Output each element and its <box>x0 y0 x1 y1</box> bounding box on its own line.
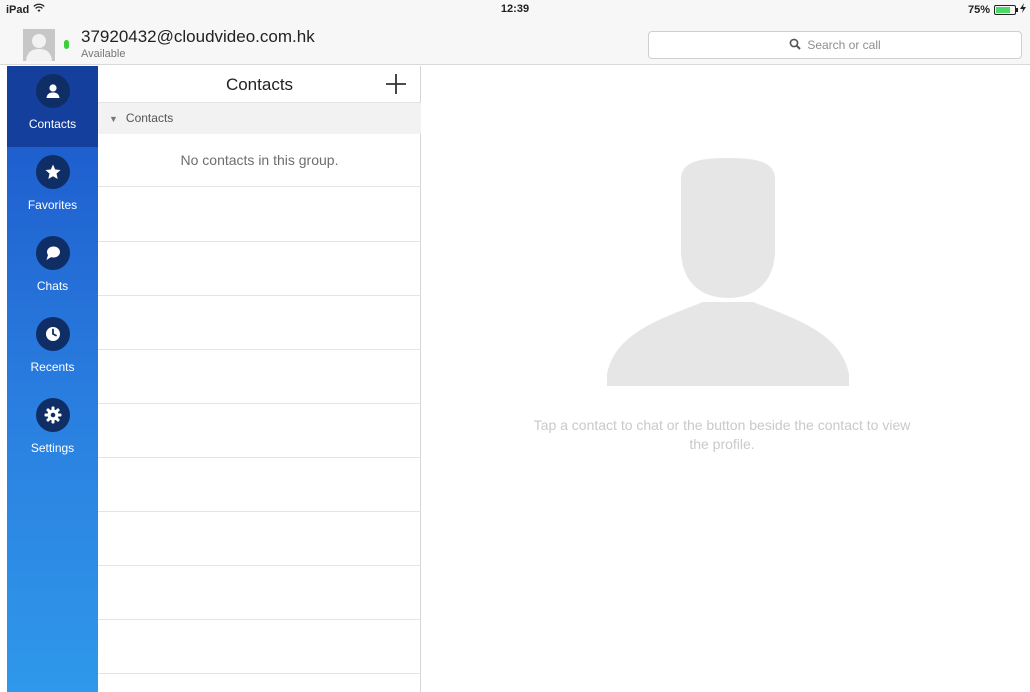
triangle-down-icon: ▼ <box>109 114 118 124</box>
nav-item-favorites[interactable]: Favorites <box>7 147 98 228</box>
clock: 12:39 <box>500 3 530 15</box>
nav-item-recents[interactable]: Recents <box>7 309 98 390</box>
list-row-empty <box>98 458 421 512</box>
search-icon <box>789 38 802 53</box>
group-header[interactable]: ▼ Contacts <box>98 103 421 134</box>
sidebar-nav: Contacts Favorites Chats Recents Setting… <box>7 66 98 692</box>
list-row-empty <box>98 188 421 242</box>
group-label: Contacts <box>125 111 174 125</box>
add-contact-button[interactable] <box>384 72 408 96</box>
list-row-empty <box>98 350 421 404</box>
list-row-empty <box>98 620 421 674</box>
plus-icon <box>386 74 406 94</box>
star-icon <box>35 155 70 189</box>
panel-title-text: Contacts <box>225 75 294 94</box>
chat-bubble-icon <box>35 236 70 270</box>
detail-hint: Tap a contact to chat or the button besi… <box>533 417 911 452</box>
battery-icon <box>994 4 1018 15</box>
nav-label-chats: Chats <box>36 279 69 293</box>
nav-item-contacts[interactable]: Contacts <box>7 66 98 147</box>
list-row-empty <box>98 404 421 458</box>
nav-label-favorites: Favorites <box>27 198 78 212</box>
nav-label-settings: Settings <box>30 441 75 455</box>
list-row-empty <box>98 296 421 350</box>
contacts-panel: Contacts ▼ Contacts No contacts in this g… <box>98 66 421 692</box>
gear-icon <box>35 398 70 432</box>
panel-title: Contacts <box>98 66 421 103</box>
charging-icon <box>1020 3 1026 16</box>
list-row-empty <box>98 512 421 566</box>
nav-item-settings[interactable]: Settings <box>7 390 98 471</box>
contact-detail-area: Tap a contact to chat or the button besi… <box>422 66 1030 692</box>
clock-icon <box>35 317 70 351</box>
nav-item-chats[interactable]: Chats <box>7 228 98 309</box>
list-row-empty <box>98 242 421 296</box>
status-bar: iPad 12:39 75% <box>0 0 1030 20</box>
user-status[interactable]: Available <box>81 48 125 60</box>
nav-label-recents: Recents <box>30 360 75 374</box>
person-silhouette-icon <box>26 34 52 61</box>
app-header: 37920432@cloudvideo.com.hk Available Sea… <box>0 20 1030 65</box>
person-icon <box>35 74 70 108</box>
list-row-empty <box>98 566 421 620</box>
presence-indicator <box>64 40 69 49</box>
user-name[interactable]: 37920432@cloudvideo.com.hk <box>81 27 315 47</box>
avatar[interactable] <box>23 29 55 61</box>
status-right: 75% <box>968 3 1026 16</box>
nav-label-contacts: Contacts <box>28 117 77 131</box>
search-placeholder: Search or call <box>807 38 881 52</box>
battery-percent: 75% <box>967 3 990 16</box>
empty-group-message: No contacts in this group. <box>98 134 421 187</box>
search-input[interactable]: Search or call <box>648 31 1022 59</box>
contact-placeholder-icon <box>607 158 849 391</box>
